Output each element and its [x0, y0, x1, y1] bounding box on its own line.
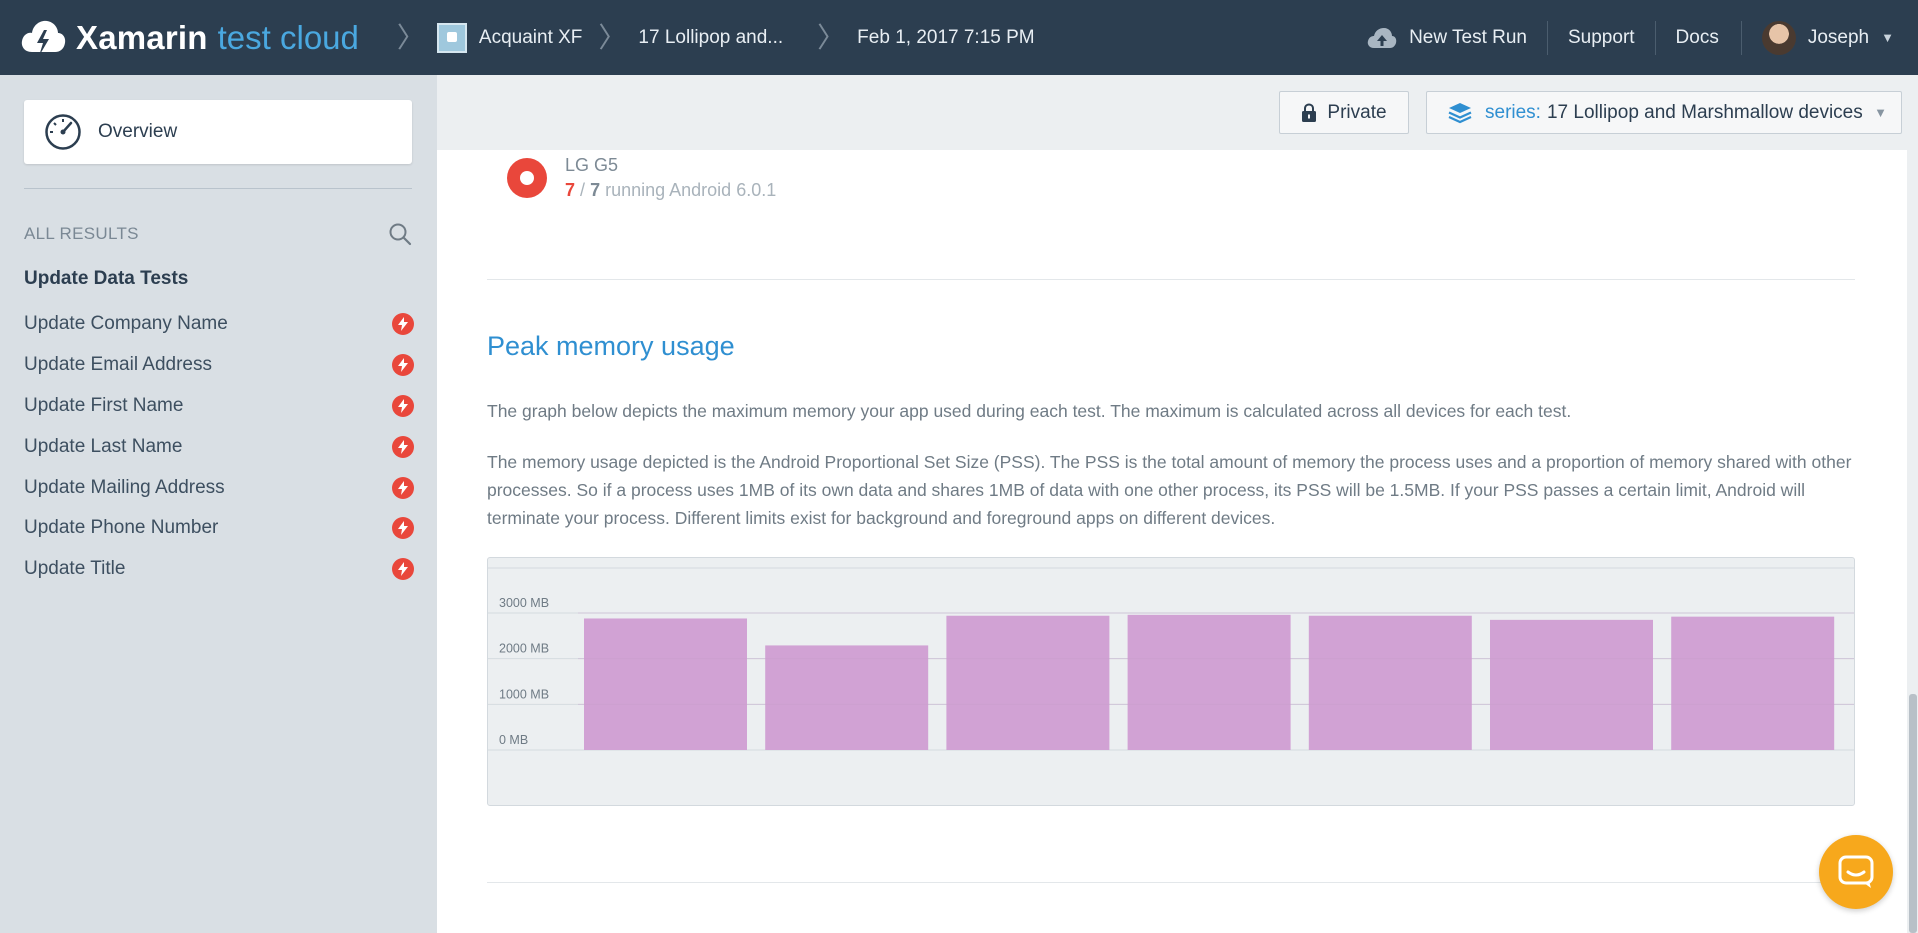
chevron-down-icon: ▼ — [1874, 105, 1887, 120]
series-dropdown[interactable]: series: 17 Lollipop and Marshmallow devi… — [1426, 91, 1902, 134]
new-test-run-button[interactable]: New Test Run — [1347, 21, 1547, 55]
chevron-right-icon: 〉 — [817, 20, 846, 54]
test-item-label: Update Company Name — [24, 313, 228, 335]
scrollbar-thumb[interactable] — [1909, 694, 1917, 933]
section-divider — [487, 882, 1855, 883]
layers-icon — [1448, 102, 1472, 123]
private-label: Private — [1327, 101, 1387, 123]
device-os: running Android 6.0.1 — [605, 180, 777, 200]
support-link[interactable]: Support — [1547, 20, 1655, 55]
brand-secondary: test cloud — [217, 18, 359, 56]
y-tick-label: 2000 MB — [499, 642, 549, 656]
failed-lightning-icon — [392, 476, 414, 499]
overview-label: Overview — [98, 121, 178, 142]
xamarin-logo[interactable]: Xamarin test cloud — [20, 0, 359, 75]
chart-bar[interactable] — [946, 615, 1110, 750]
failed-lightning-icon — [392, 394, 414, 417]
test-item-label: Update Phone Number — [24, 517, 219, 539]
test-item[interactable]: Update Email Address — [24, 345, 414, 386]
y-tick-label: 3000 MB — [499, 596, 549, 610]
device-summary: 7 / 7 running Android 6.0.1 — [565, 180, 776, 201]
results-toolbar: Private series: 17 Lollipop and Marshmal… — [437, 75, 1918, 150]
docs-link[interactable]: Docs — [1654, 20, 1741, 55]
user-name: Joseph — [1807, 26, 1870, 48]
failed-lightning-icon — [392, 313, 414, 336]
cloud-upload-icon — [1367, 27, 1397, 48]
section-description: The graph below depicts the maximum memo… — [487, 401, 1572, 421]
y-tick-label: 1000 MB — [499, 687, 549, 701]
app-icon — [436, 22, 467, 53]
test-item-label: Update Email Address — [24, 354, 212, 376]
overview-button[interactable]: Overview — [24, 100, 412, 164]
test-item-label: Update Last Name — [24, 435, 183, 457]
brand-primary: Xamarin — [76, 18, 208, 56]
chart-bar[interactable] — [584, 618, 747, 750]
test-item[interactable]: Update Phone Number — [24, 508, 414, 549]
breadcrumb-series[interactable]: 17 Lollipop and... — [638, 27, 783, 49]
chat-button[interactable] — [1819, 835, 1893, 909]
chart-bar[interactable] — [1671, 616, 1835, 750]
all-results-label: ALL RESULTS — [24, 224, 139, 243]
chart-bar[interactable] — [765, 645, 929, 750]
count-separator: / — [580, 180, 586, 200]
failed-lightning-icon — [392, 435, 414, 458]
test-item[interactable]: Update First Name — [24, 386, 414, 427]
user-menu[interactable]: Joseph ▼ — [1740, 20, 1918, 55]
pss-explanation: The memory usage depicted is the Android… — [487, 452, 1852, 528]
top-navigation-bar: Xamarin test cloud 〉 Acquaint XF 〉 17 Lo… — [0, 0, 1918, 75]
sidebar: Overview ALL RESULTS Update Data Tests U… — [0, 75, 437, 933]
series-value: 17 Lollipop and Marshmallow devices — [1546, 101, 1863, 123]
breadcrumb: 〉 Acquaint XF 〉 17 Lollipop and... 〉 Feb… — [391, 0, 1035, 75]
avatar — [1761, 20, 1796, 55]
section-divider — [487, 279, 1855, 280]
lock-icon — [1302, 102, 1317, 122]
failed-lightning-icon — [392, 354, 414, 377]
failed-count: 7 — [565, 180, 576, 200]
test-item[interactable]: Update Title — [24, 549, 414, 590]
scrollbar[interactable] — [1907, 150, 1918, 933]
section-title: Peak memory usage — [487, 331, 735, 361]
test-item-label: Update Mailing Address — [24, 476, 225, 498]
breadcrumb-run[interactable]: Feb 1, 2017 7:15 PM — [857, 27, 1034, 49]
total-count: 7 — [590, 180, 601, 200]
new-test-run-label: New Test Run — [1409, 26, 1527, 48]
chart-bar[interactable] — [1127, 614, 1291, 750]
test-list: Update Company Name Update Email Address… — [24, 304, 414, 590]
private-button[interactable]: Private — [1279, 91, 1409, 134]
chevron-down-icon: ▼ — [1881, 30, 1894, 45]
failed-lightning-icon — [392, 517, 414, 540]
cloud-lightning-icon — [21, 20, 66, 56]
all-results-header: ALL RESULTS — [24, 219, 412, 249]
test-group-title[interactable]: Update Data Tests — [24, 268, 188, 290]
series-prefix: series: — [1485, 101, 1541, 123]
search-icon[interactable] — [388, 222, 412, 246]
y-tick-label: 0 MB — [499, 733, 528, 747]
test-item-label: Update Title — [24, 558, 126, 580]
chart-canvas: 0 MB 1000 MB 2000 MB 3000 MB — [488, 567, 1854, 751]
test-item[interactable]: Update Mailing Address — [24, 467, 414, 508]
test-item-label: Update First Name — [24, 394, 184, 416]
chart-bar[interactable] — [1490, 619, 1653, 750]
chat-icon — [1838, 855, 1874, 888]
device-result-row[interactable]: LG G5 7 / 7 running Android 6.0.1 — [507, 148, 776, 208]
main-content: LG G5 7 / 7 running Android 6.0.1 Privat… — [437, 75, 1918, 933]
chart-bar[interactable] — [1308, 615, 1472, 750]
dashboard-gauge-icon — [45, 114, 81, 150]
test-item[interactable]: Update Last Name — [24, 426, 414, 467]
divider — [24, 188, 412, 189]
failed-status-icon — [507, 158, 547, 198]
chevron-right-icon: 〉 — [396, 20, 425, 54]
top-right-menu: New Test Run Support Docs Joseph ▼ — [1347, 0, 1918, 75]
peak-memory-chart: 0 MB 1000 MB 2000 MB 3000 MB — [487, 557, 1855, 806]
chevron-right-icon: 〉 — [598, 20, 627, 54]
failed-lightning-icon — [392, 558, 414, 581]
breadcrumb-app[interactable]: Acquaint XF — [479, 27, 583, 49]
device-name: LG G5 — [565, 155, 619, 175]
test-item[interactable]: Update Company Name — [24, 304, 414, 345]
